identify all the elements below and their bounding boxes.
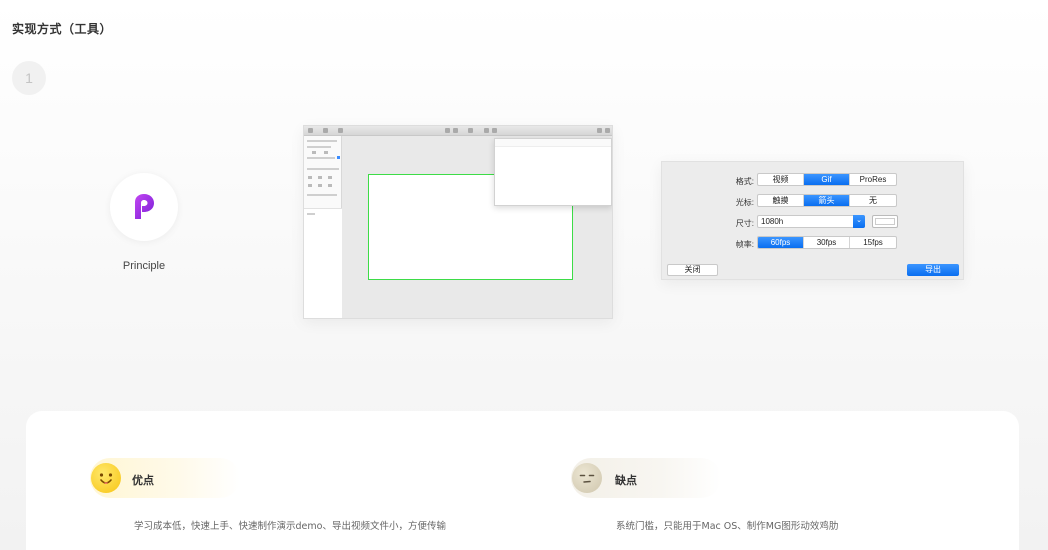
framerate-option-60[interactable]: 60fps <box>758 237 804 248</box>
inspector-row <box>307 168 339 170</box>
cons-title: 缺点 <box>615 474 637 487</box>
cursor-option-none[interactable]: 无 <box>850 195 896 206</box>
format-option-prores[interactable]: ProRes <box>850 174 896 185</box>
inspector-row <box>307 140 337 142</box>
inspector-row <box>307 157 335 159</box>
format-segmented-control: 视频 Gif ProRes <box>757 173 897 186</box>
pros-title: 优点 <box>132 474 154 487</box>
page-title: 实现方式（工具） <box>12 22 113 36</box>
meh-face-glyph <box>579 474 595 483</box>
pros-cons-card: 优点 学习成本低，快速上手、快速制作演示demo、导出视频文件小，方便传输 缺点… <box>26 411 1019 550</box>
cons-text: 系统门槛，只能用于Mac OS、制作MG图形动效鸡肋 <box>616 521 839 532</box>
layers-panel <box>304 208 342 318</box>
inspector-control <box>324 151 328 154</box>
inspector-row <box>307 146 331 148</box>
toolbar-icon <box>453 127 458 133</box>
size-select[interactable]: 1080h ⌄ <box>757 215 865 228</box>
cursor-option-touch[interactable]: 触摸 <box>758 195 804 206</box>
app-name: Principle <box>122 260 166 272</box>
toolbar-icon <box>323 127 328 133</box>
inspector-control <box>328 184 332 187</box>
inspector-control <box>308 184 312 187</box>
framerate-option-15[interactable]: 15fps <box>850 237 896 248</box>
toolbar-icon <box>445 127 450 133</box>
format-option-video[interactable]: 视频 <box>758 174 804 185</box>
inspector-control <box>318 184 322 187</box>
framerate-option-30[interactable]: 30fps <box>804 237 850 248</box>
toolbar-icon <box>484 127 489 133</box>
toolbar-icon <box>597 127 602 133</box>
export-dialog: 格式: 视频 Gif ProRes 光标: 触摸 箭头 无 尺寸: 1080h … <box>661 161 964 280</box>
inspector-control <box>318 176 322 179</box>
toolbar-icon <box>338 127 343 133</box>
toolbar-icon <box>468 127 473 133</box>
cursor-label: 光标: <box>735 198 754 207</box>
size-label: 尺寸: <box>735 219 754 228</box>
chevron-down-icon[interactable]: ⌄ <box>853 215 865 228</box>
pros-text: 学习成本低，快速上手、快速制作演示demo、导出视频文件小，方便传输 <box>134 521 446 532</box>
inspector-control <box>312 151 316 154</box>
editor-toolbar <box>304 126 612 136</box>
principle-logo <box>110 173 178 241</box>
happy-face-icon <box>91 463 121 493</box>
preview-window-titlebar <box>495 139 611 147</box>
export-button[interactable]: 导出 <box>907 264 959 276</box>
framerate-label: 帧率: <box>735 240 754 249</box>
size-select-value: 1080h <box>761 217 784 226</box>
inspector-row <box>307 194 337 196</box>
happy-face-glyph <box>99 473 113 484</box>
toolbar-icon <box>308 127 313 133</box>
format-label: 格式: <box>735 177 754 186</box>
close-button[interactable]: 关闭 <box>667 264 718 276</box>
inspector-control <box>328 176 332 179</box>
layer-row <box>307 213 315 215</box>
cursor-segmented-control: 触摸 箭头 无 <box>757 194 897 207</box>
principle-editor-screenshot <box>303 125 613 319</box>
background-color-well[interactable] <box>872 215 898 228</box>
meh-face-icon <box>572 463 602 493</box>
editor-inspector <box>304 136 342 318</box>
format-option-gif[interactable]: Gif <box>804 174 850 185</box>
cursor-option-arrow[interactable]: 箭头 <box>804 195 850 206</box>
inspector-toggle <box>337 156 340 159</box>
step-number-badge: 1 <box>12 61 46 95</box>
inspector-control <box>308 176 312 179</box>
preview-window <box>494 138 612 206</box>
color-swatch <box>875 218 895 225</box>
principle-app-icon <box>135 194 154 219</box>
toolbar-icon <box>605 127 610 133</box>
toolbar-icon <box>492 127 497 133</box>
framerate-segmented-control: 60fps 30fps 15fps <box>757 236 897 249</box>
